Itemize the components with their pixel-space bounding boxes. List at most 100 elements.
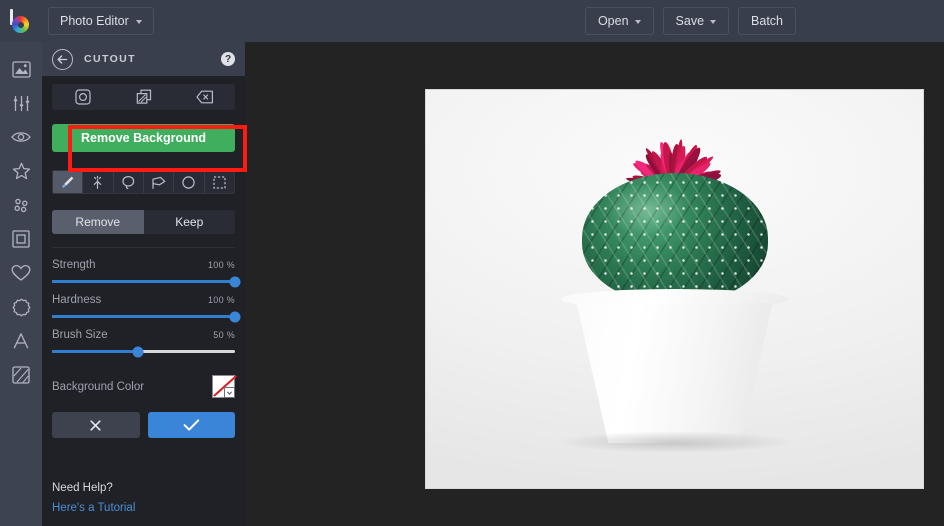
ellipse-select-tool[interactable] bbox=[174, 171, 205, 193]
tutorial-link[interactable]: Here's a Tutorial bbox=[52, 502, 135, 514]
page-title: CUTOUT bbox=[84, 53, 136, 65]
sidebar-item-text[interactable] bbox=[0, 324, 42, 358]
mode-toggle: Remove Keep bbox=[52, 210, 235, 234]
sidebar-item-textures[interactable] bbox=[0, 358, 42, 392]
rectangle-select-tool[interactable] bbox=[205, 171, 234, 193]
slider-brush-size-handle[interactable] bbox=[132, 346, 144, 357]
need-help-title: Need Help? bbox=[52, 482, 113, 494]
question-mark-icon[interactable]: ? bbox=[221, 52, 235, 66]
panel-header: CUTOUT ? bbox=[42, 42, 245, 76]
confirm-button[interactable] bbox=[147, 412, 235, 438]
back-button[interactable] bbox=[52, 48, 73, 70]
selection-tool-row bbox=[52, 170, 235, 194]
cutout-shape-button[interactable] bbox=[52, 84, 113, 110]
batch-button[interactable]: Batch bbox=[738, 7, 796, 35]
panel-body: Remove Background Remove Keep Strength 1… bbox=[42, 76, 245, 514]
image-icon bbox=[11, 60, 31, 78]
close-x-icon bbox=[90, 419, 101, 431]
cutout-erase-button[interactable] bbox=[174, 84, 235, 110]
top-bar: Photo Editor Open Save Batch bbox=[0, 0, 944, 42]
sidebar-item-overlays[interactable] bbox=[0, 256, 42, 290]
marquee-icon bbox=[213, 175, 226, 189]
star-icon bbox=[12, 162, 30, 180]
rounded-square-circle-icon bbox=[74, 89, 91, 105]
backspace-erase-icon bbox=[195, 90, 213, 104]
open-button[interactable]: Open bbox=[584, 7, 654, 35]
panel-actions bbox=[52, 412, 235, 438]
sidebar-item-artsy[interactable] bbox=[0, 188, 42, 222]
slider-strength: Strength 100 % bbox=[52, 259, 241, 287]
chevron-down-icon bbox=[227, 391, 232, 395]
polygon-lasso-tool[interactable] bbox=[144, 171, 175, 193]
slider-strength-handle[interactable] bbox=[229, 276, 241, 287]
left-tool-rail bbox=[0, 42, 42, 526]
save-button[interactable]: Save bbox=[662, 7, 730, 35]
remove-background-wrap: Remove Background bbox=[52, 124, 235, 152]
brush-icon bbox=[62, 176, 74, 188]
back-arrow-icon bbox=[57, 54, 68, 64]
cactus-highlight bbox=[603, 183, 690, 236]
magic-wand-icon bbox=[94, 175, 102, 189]
help-block: Need Help? Here's a Tutorial bbox=[52, 482, 135, 516]
open-button-label: Open bbox=[597, 14, 629, 28]
slider-brush-size-value: 50 % bbox=[213, 330, 235, 340]
save-button-label: Save bbox=[675, 14, 705, 28]
chevron-down-icon bbox=[135, 19, 142, 24]
eye-icon bbox=[11, 132, 31, 142]
image-canvas[interactable] bbox=[425, 89, 924, 489]
app-menu-photo-editor[interactable]: Photo Editor bbox=[48, 7, 154, 35]
brush-tool[interactable] bbox=[53, 171, 84, 193]
sidebar-item-image-tools[interactable] bbox=[0, 52, 42, 86]
pot-shadow bbox=[554, 431, 795, 453]
background-color-row: Background Color bbox=[52, 375, 237, 398]
frame-icon bbox=[12, 230, 30, 248]
slider-strength-track[interactable] bbox=[52, 276, 241, 287]
heart-icon bbox=[11, 264, 31, 281]
magic-wand-tool[interactable] bbox=[83, 171, 114, 193]
polygon-lasso-icon bbox=[152, 176, 166, 189]
slider-brush-size: Brush Size 50 % bbox=[52, 329, 235, 357]
slider-hardness: Hardness 100 % bbox=[52, 294, 241, 322]
slider-hardness-label: Hardness bbox=[52, 294, 102, 306]
cactus-body bbox=[581, 173, 768, 303]
lasso-icon bbox=[122, 175, 135, 189]
background-color-label: Background Color bbox=[52, 380, 145, 393]
canvas-workspace[interactable] bbox=[245, 42, 944, 526]
app-root: Photo Editor Open Save Batch CUTOUT ? Re… bbox=[0, 0, 944, 526]
panel-divider bbox=[52, 247, 235, 248]
background-color-swatch[interactable] bbox=[212, 375, 237, 398]
cutout-layers-button[interactable] bbox=[113, 84, 174, 110]
text-a-icon bbox=[13, 333, 29, 349]
mode-keep-button[interactable]: Keep bbox=[143, 210, 235, 234]
sidebar-item-touch-up[interactable] bbox=[0, 120, 42, 154]
layers-icon bbox=[136, 89, 151, 104]
sidebar-item-graphics[interactable] bbox=[0, 290, 42, 324]
slider-strength-label: Strength bbox=[52, 259, 96, 271]
sidebar-item-effects[interactable] bbox=[0, 154, 42, 188]
check-icon bbox=[183, 419, 199, 431]
slider-strength-value: 100 % bbox=[207, 260, 235, 270]
lasso-tool[interactable] bbox=[114, 171, 144, 193]
app-menu-label: Photo Editor bbox=[60, 14, 129, 28]
ellipse-icon bbox=[182, 175, 196, 189]
slider-brush-size-label: Brush Size bbox=[52, 329, 108, 341]
slider-brush-size-track[interactable] bbox=[52, 346, 235, 357]
slider-hardness-value: 100 % bbox=[207, 295, 235, 305]
sidebar-item-frames[interactable] bbox=[0, 222, 42, 256]
slider-hardness-handle[interactable] bbox=[229, 311, 241, 322]
cutout-icon-row bbox=[52, 84, 235, 110]
batch-button-label: Batch bbox=[751, 14, 783, 28]
chevron-down-icon bbox=[710, 19, 717, 24]
cancel-button[interactable] bbox=[52, 412, 140, 438]
sliders-icon bbox=[13, 95, 29, 111]
badge-icon bbox=[12, 298, 30, 316]
slider-hardness-track[interactable] bbox=[52, 311, 241, 322]
sidebar-item-edit-adjust[interactable] bbox=[0, 86, 42, 120]
brand-logo[interactable] bbox=[0, 0, 42, 42]
cutout-panel: CUTOUT ? Remove Background Remove Keep S… bbox=[42, 42, 245, 526]
mode-remove-button[interactable]: Remove bbox=[52, 210, 144, 234]
remove-background-button[interactable]: Remove Background bbox=[52, 124, 235, 152]
dots-icon bbox=[13, 198, 28, 212]
befunky-logo-icon bbox=[9, 9, 33, 33]
swatch-dropdown[interactable] bbox=[224, 387, 235, 398]
